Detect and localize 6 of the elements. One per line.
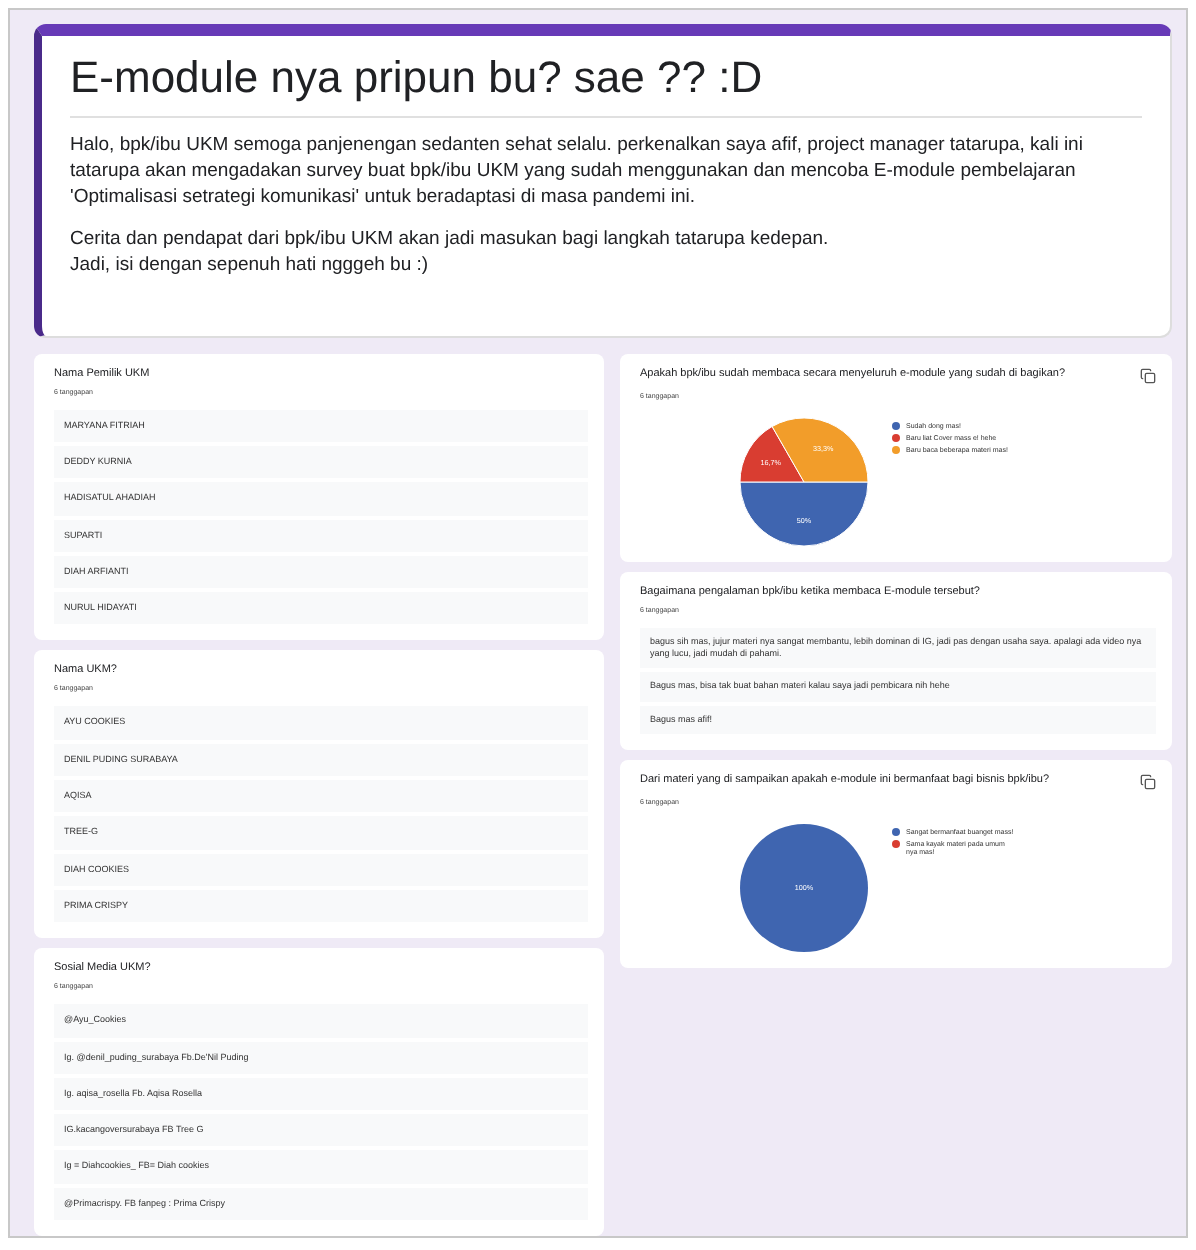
copy-icon[interactable] [1140,367,1156,384]
copy-icon[interactable] [1140,773,1156,790]
form-description: Halo, bpk/ibu UKM semoga panjenengan sedanten sehat selalu. perkenalkan saya afif, project manager tatarupa, kali ini tatarupa akan mengadakan survey buat bpk/ibu UKM yang sudah menggunakan dan mencoba E-module pembelajaran 'Optimalisasi setrategi komunikasi' untuk beradaptasi di masa pandemi ini. [70,134,1085,211]
pie-slice [740,823,868,952]
form-title: E-module nya pripun bu? sae ?? :D [70,52,1142,118]
form-description: Cerita dan pendapat dari bpk/ibu UKM akan jadi masukan bagi langkah tatarupa kedepan. Jadi, isi dengan sepenuh hati ngggeh bu :) [70,228,831,281]
